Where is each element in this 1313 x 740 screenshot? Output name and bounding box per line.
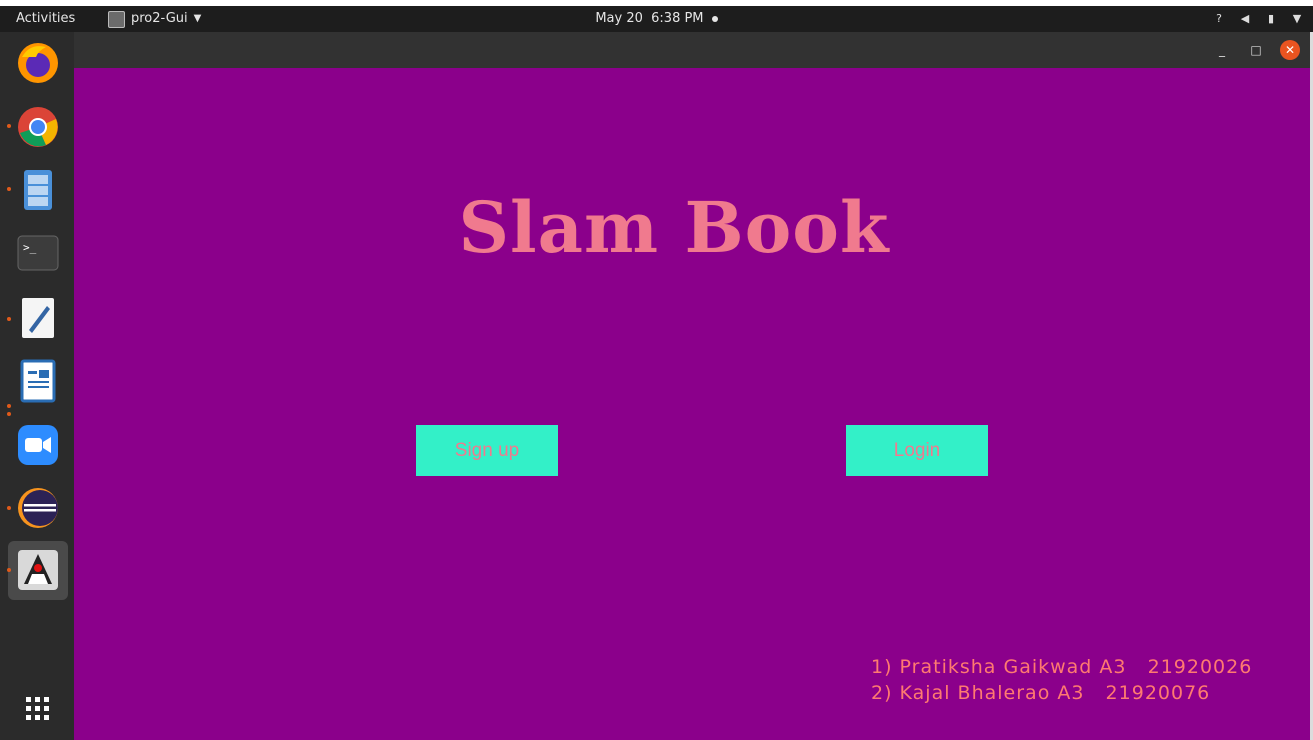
credits: 1) Pratiksha Gaikwad A3 21920026 2) Kaja…: [871, 654, 1252, 706]
sign-up-button[interactable]: Sign up: [416, 425, 558, 476]
running-indicator: [7, 412, 11, 416]
login-button[interactable]: Login: [846, 425, 988, 476]
clock[interactable]: May 20 6:38 PM: [0, 6, 1313, 32]
terminal-icon[interactable]: >_: [15, 230, 61, 276]
zoom-icon[interactable]: [15, 422, 61, 468]
eclipse-icon[interactable]: [15, 485, 61, 531]
file-manager-icon[interactable]: [15, 167, 61, 213]
credit-line: 2) Kajal Bhalerao A3 21920076: [871, 682, 1211, 704]
app-title: Slam Book: [458, 186, 890, 269]
running-indicator: [7, 404, 11, 408]
libreoffice-writer-icon[interactable]: [15, 358, 61, 404]
dock: >_: [0, 32, 74, 740]
show-applications-icon[interactable]: [15, 686, 61, 732]
running-indicator: [7, 506, 11, 510]
window-controls: _ □ ✕: [1212, 40, 1300, 60]
firefox-icon[interactable]: [15, 40, 61, 86]
running-indicator: [7, 568, 11, 572]
running-indicator: [7, 187, 11, 191]
running-indicator: [7, 124, 11, 128]
app-window-content: Slam Book Sign up Login 1) Pratiksha Gai…: [74, 68, 1310, 740]
chevron-down-icon: ▼: [1292, 12, 1302, 25]
battery-icon: ▮: [1267, 12, 1275, 25]
chrome-icon[interactable]: [15, 104, 61, 150]
credit-line: 1) Pratiksha Gaikwad A3 21920026: [871, 656, 1253, 678]
maximize-icon[interactable]: □: [1246, 40, 1266, 60]
notification-dot-icon: [711, 15, 718, 22]
text-editor-icon[interactable]: [15, 295, 61, 341]
java-duke-icon[interactable]: [15, 547, 61, 593]
clock-time: 6:38 PM: [651, 11, 704, 26]
running-indicator: [7, 317, 11, 321]
system-tray[interactable]: ? ◀ ▮ ▼: [1213, 6, 1303, 32]
volume-icon: ◀: [1240, 12, 1250, 25]
window-titlebar[interactable]: _ □ ✕: [74, 32, 1310, 69]
minimize-icon[interactable]: _: [1212, 40, 1232, 60]
clock-date: May 20: [595, 11, 643, 26]
top-panel: Activities pro2-Gui ▼ May 20 6:38 PM ? ◀…: [0, 6, 1313, 32]
close-icon[interactable]: ✕: [1280, 40, 1300, 60]
svg-text:>_: >_: [23, 241, 37, 254]
network-icon: ?: [1216, 12, 1222, 25]
